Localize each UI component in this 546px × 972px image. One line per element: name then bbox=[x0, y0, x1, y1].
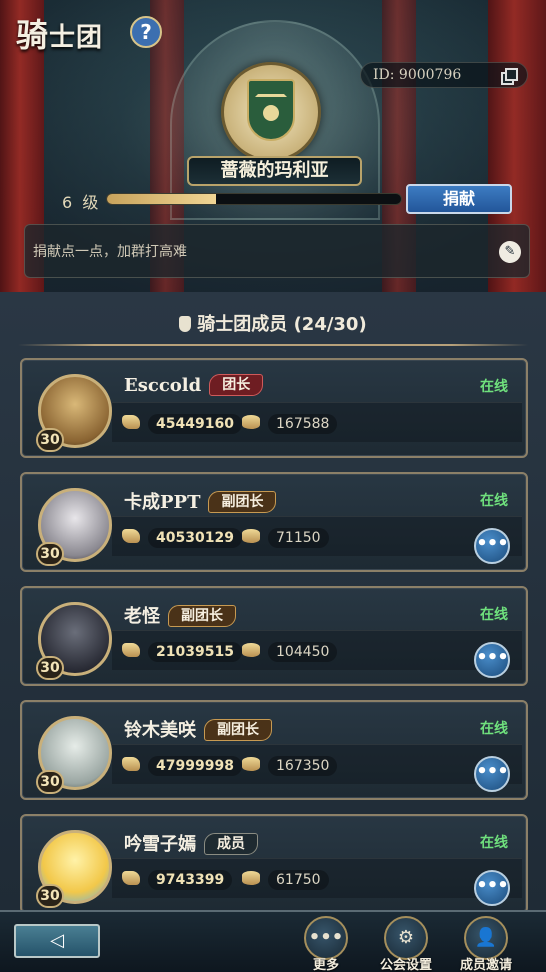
member-more-button[interactable]: ••• bbox=[474, 870, 510, 906]
contribution-icon bbox=[122, 529, 140, 543]
guild-emblem bbox=[221, 62, 321, 162]
member-name: 老怪 bbox=[124, 606, 160, 627]
member-more-button[interactable]: ••• bbox=[474, 528, 510, 564]
online-status: 在线 bbox=[480, 721, 508, 737]
copy-icon[interactable] bbox=[501, 68, 518, 85]
member-more-button[interactable]: ••• bbox=[474, 642, 510, 678]
online-status: 在线 bbox=[480, 835, 508, 851]
member-card[interactable]: 30 老怪 副团长 在线 21039515 104450 ••• bbox=[20, 586, 528, 686]
back-button[interactable]: ◁ bbox=[14, 924, 100, 958]
guild-id: ID: 9000796 bbox=[360, 62, 528, 88]
member-name-row: 老怪 副团长 bbox=[124, 602, 236, 628]
invite-members-label: 成员邀请 bbox=[459, 958, 512, 972]
coins-icon bbox=[242, 871, 260, 885]
role-badge: 成员 bbox=[204, 833, 258, 855]
member-level-badge: 30 bbox=[36, 770, 64, 794]
member-name: 铃木美咲 bbox=[124, 720, 196, 741]
member-contribution: 45449160 bbox=[122, 414, 242, 434]
more-menu-label: 更多 bbox=[312, 958, 339, 972]
member-name: 卡成PPT bbox=[124, 492, 201, 513]
contribution-icon bbox=[122, 871, 140, 885]
guild-name: 蔷薇的玛利亚 bbox=[187, 156, 362, 186]
member-card[interactable]: 30 Esccold 团长 在线 45449160 167588 bbox=[20, 358, 528, 458]
contribution-icon bbox=[122, 415, 140, 429]
member-name-row: 铃木美咲 副团长 bbox=[124, 716, 272, 742]
member-contribution: 21039515 bbox=[122, 642, 242, 662]
member-card[interactable]: 30 吟雪子嫣 成员 在线 9743399 61750 ••• bbox=[20, 814, 528, 914]
member-name: 吟雪子嫣 bbox=[124, 834, 196, 855]
contribution-value: 21039515 bbox=[148, 642, 242, 662]
help-button[interactable]: ? bbox=[130, 16, 162, 48]
page-title: 骑士团 bbox=[16, 10, 103, 56]
guild-level-number: 6 bbox=[62, 193, 73, 212]
member-level-badge: 30 bbox=[36, 656, 64, 680]
members-icon bbox=[179, 316, 192, 332]
member-contribution: 47999998 bbox=[122, 756, 242, 776]
member-name-row: 吟雪子嫣 成员 bbox=[124, 830, 258, 856]
coins-icon bbox=[242, 415, 260, 429]
online-status: 在线 bbox=[480, 379, 508, 395]
member-contribution: 9743399 bbox=[122, 870, 233, 890]
guild-settings-button[interactable]: ⚙ 公会设置 bbox=[376, 916, 436, 972]
coins-icon bbox=[242, 529, 260, 543]
member-coins: 61750 bbox=[242, 870, 329, 890]
member-name-row: 卡成PPT 副团长 bbox=[124, 488, 277, 514]
role-badge: 副团长 bbox=[208, 491, 277, 513]
online-status: 在线 bbox=[480, 493, 508, 509]
guild-settings-label: 公会设置 bbox=[379, 958, 432, 972]
guild-banner: 骑士团 ? ID: 9000796 蔷薇的玛利亚 6 级 捐献 捐献点一点，加群… bbox=[0, 0, 546, 292]
invite-members-button[interactable]: 👤 成员邀请 bbox=[456, 916, 516, 972]
coins-icon bbox=[242, 757, 260, 771]
member-level-badge: 30 bbox=[36, 428, 64, 452]
member-name-row: Esccold 团长 bbox=[124, 374, 264, 396]
guild-level-unit: 级 bbox=[82, 193, 99, 212]
coins-icon bbox=[242, 643, 260, 657]
member-coins: 167588 bbox=[242, 414, 338, 434]
page-title-first: 骑 bbox=[16, 16, 50, 54]
guild-level: 6 级 bbox=[62, 189, 98, 213]
contribution-value: 9743399 bbox=[148, 870, 233, 890]
guild-id-text: ID: 9000796 bbox=[373, 67, 462, 83]
guild-motto-text: 捐献点一点，加群打高难 bbox=[33, 244, 187, 260]
contribution-value: 45449160 bbox=[148, 414, 242, 434]
shield-icon bbox=[247, 79, 295, 141]
member-level-badge: 30 bbox=[36, 542, 64, 566]
coins-value: 167350 bbox=[268, 756, 338, 776]
member-contribution: 40530129 bbox=[122, 528, 242, 548]
page-title-rest: 士团 bbox=[49, 23, 104, 53]
member-coins: 71150 bbox=[242, 528, 329, 548]
contribution-icon bbox=[122, 643, 140, 657]
contribution-icon bbox=[122, 757, 140, 771]
contribution-value: 47999998 bbox=[148, 756, 242, 776]
member-card[interactable]: 30 铃木美咲 副团长 在线 47999998 167350 ••• bbox=[20, 700, 528, 800]
online-status: 在线 bbox=[480, 607, 508, 623]
role-badge: 副团长 bbox=[168, 605, 236, 627]
guild-level-progress bbox=[106, 193, 402, 205]
members-title: 骑士团成员 (24/30) bbox=[0, 310, 546, 336]
member-level-badge: 30 bbox=[36, 884, 64, 908]
bottom-bar: ◁ ••• 更多 ⚙ 公会设置 👤 成员邀请 bbox=[0, 910, 546, 972]
coins-value: 61750 bbox=[268, 870, 329, 890]
guild-motto: 捐献点一点，加群打高难 ✎ bbox=[24, 224, 530, 278]
coins-value: 167588 bbox=[268, 414, 338, 434]
members-title-text: 骑士团成员 (24/30) bbox=[197, 314, 367, 335]
member-name: Esccold bbox=[124, 375, 202, 396]
member-card[interactable]: 30 卡成PPT 副团长 在线 40530129 71150 ••• bbox=[20, 472, 528, 572]
divider bbox=[18, 344, 528, 346]
coins-value: 71150 bbox=[268, 528, 329, 548]
rose-icon bbox=[263, 105, 279, 121]
contribution-value: 40530129 bbox=[148, 528, 242, 548]
member-coins: 104450 bbox=[242, 642, 338, 662]
donate-button[interactable]: 捐献 bbox=[406, 184, 512, 214]
role-badge: 副团长 bbox=[204, 719, 272, 741]
role-badge: 团长 bbox=[209, 374, 264, 396]
member-coins: 167350 bbox=[242, 756, 338, 776]
members-section: 骑士团成员 (24/30) 30 Esccold 团长 在线 45449160 16758… bbox=[0, 292, 546, 914]
guild-level-progress-fill bbox=[107, 194, 216, 204]
more-menu-button[interactable]: ••• 更多 bbox=[296, 916, 356, 972]
coins-value: 104450 bbox=[268, 642, 338, 662]
member-more-button[interactable]: ••• bbox=[474, 756, 510, 792]
edit-icon[interactable]: ✎ bbox=[499, 241, 521, 263]
